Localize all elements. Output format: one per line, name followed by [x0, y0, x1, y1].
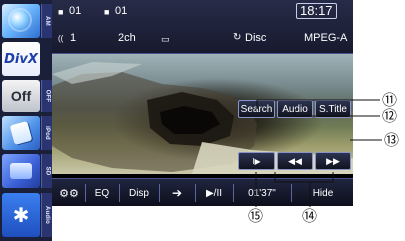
divider [195, 184, 196, 202]
elapsed-time: 01'37" [248, 187, 276, 199]
source-tile-bluetooth[interactable]: ✱ [2, 193, 40, 237]
arrow-right-icon: ➔ [171, 186, 183, 200]
audio-format: MPEG-A [304, 32, 348, 44]
divider [233, 184, 234, 202]
audio-stream-icon: (( [58, 34, 64, 43]
eq-button[interactable]: EQ [88, 182, 116, 204]
fast-forward-button[interactable]: ▶▶ [315, 152, 351, 170]
playback-screen: ■ 01 ■ 01 18:17 (( 1 2ch ▭ ↻ Disc MPEG-A… [52, 0, 353, 206]
tab-audio[interactable]: Audio [41, 193, 52, 237]
tab-audio-label: Audio [44, 206, 50, 224]
folder-icon: ■ [58, 7, 64, 17]
audio-button[interactable]: Audio [277, 100, 313, 118]
tab-ipod-label: iPod [44, 126, 50, 140]
fast-reverse-button[interactable]: ◀◀ [277, 152, 313, 170]
slow-play-button[interactable]: I▶ [238, 152, 275, 170]
callout-15: ⑮ [248, 207, 264, 225]
fast-reverse-icon: ◀◀ [288, 155, 302, 166]
callout-14: ⑭ [302, 207, 318, 225]
source-tile-radio[interactable] [2, 4, 40, 38]
callout-13: ⑬ [384, 131, 400, 149]
source-column: DivX Off ✱ AM OFF iPod SD Audio [0, 0, 52, 241]
search-button[interactable]: Search [238, 100, 275, 118]
hide-button[interactable]: Hide [298, 182, 348, 204]
clock: 18:17 [296, 3, 337, 19]
repeat-mode: Disc [245, 32, 267, 44]
tab-am-label: AM [43, 16, 50, 26]
status-bar: ■ 01 ■ 01 18:17 (( 1 2ch ▭ ↻ Disc MPEG-A [52, 0, 353, 54]
repeat-icon: ↻ [233, 32, 242, 43]
bluetooth-icon: ✱ [12, 203, 30, 227]
off-label: Off [10, 88, 32, 104]
source-tile-sd[interactable] [2, 154, 40, 188]
channel-count: 2ch [118, 32, 136, 44]
source-tile-ipod[interactable] [2, 116, 40, 150]
tab-sd-label: SD [44, 166, 50, 176]
tab-ipod[interactable]: iPod [41, 116, 52, 150]
tab-off[interactable]: OFF [41, 80, 52, 112]
source-tile-divx[interactable]: DivX [2, 42, 40, 76]
gear-icon: ⚙⚙ [59, 187, 79, 200]
folder-number: 01 [69, 5, 82, 17]
tab-sd[interactable]: SD [41, 154, 52, 188]
divx-label: DivX [4, 51, 38, 67]
divider [85, 184, 86, 202]
play-pause-button[interactable]: ▶/II [198, 182, 230, 204]
tab-off-label: OFF [44, 89, 51, 103]
divider [119, 184, 120, 202]
audio-stream-number: 1 [70, 32, 77, 44]
divider [291, 184, 292, 202]
source-tile-off[interactable]: Off [2, 80, 40, 112]
subtitle-button[interactable]: S.Title [315, 100, 351, 118]
callout-12: ⑫ [382, 107, 398, 125]
divider [159, 184, 160, 202]
file-icon: ■ [104, 7, 110, 17]
video-frame[interactable]: Search Audio S.Title I▶ ◀◀ ▶▶ [52, 54, 353, 174]
settings-button[interactable]: ⚙⚙ [56, 182, 82, 204]
file-number: 01 [115, 5, 128, 17]
next-button[interactable]: ➔ [162, 182, 192, 204]
control-bar: ⚙⚙ EQ Disp ➔ ▶/II 01'37" Hide [52, 178, 353, 206]
fast-forward-icon: ▶▶ [326, 155, 340, 166]
subtitle-icon: ▭ [161, 34, 170, 44]
callout-11: ⑪ [382, 91, 398, 109]
tab-am[interactable]: AM [41, 4, 52, 38]
slow-play-icon: I▶ [252, 156, 261, 166]
disp-button[interactable]: Disp [122, 182, 156, 204]
